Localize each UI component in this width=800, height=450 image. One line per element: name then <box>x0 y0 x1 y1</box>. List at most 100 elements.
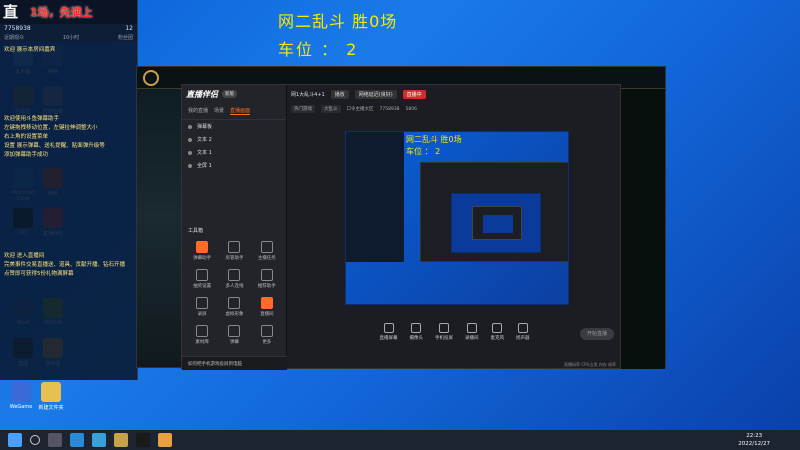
ctrl-mic[interactable]: 麦克风 <box>491 323 504 345</box>
app-version-badge[interactable]: 新版 <box>222 90 237 98</box>
tool-item[interactable]: 多人连线 <box>218 269 250 289</box>
preview-overlay-title: 网二乱斗 胜0场 <box>406 135 462 144</box>
stream-app-window[interactable]: 直播伴侣 新版 我的直播 场景 直播画面 弹幕板 文本 2 文本 1 全屏 1 … <box>181 84 622 370</box>
tool-icon <box>260 325 273 337</box>
toolbox-title: 工具箱 <box>188 228 204 234</box>
tool-label: 主播任务 <box>257 256 276 261</box>
tool-icon <box>228 325 241 337</box>
scene-item[interactable]: 弹幕板 <box>182 120 286 133</box>
tool-item[interactable]: 推荐助手 <box>251 269 283 289</box>
tool-item[interactable]: 抽奖设置 <box>186 269 218 289</box>
tool-item[interactable]: 虚拟形象 <box>218 297 250 317</box>
tool-label: 录屏 <box>197 312 207 317</box>
tip-bar[interactable]: 如何把手机游戏投屏到电脑 <box>182 356 287 370</box>
ctrl-speaker[interactable]: 扬声器 <box>516 323 530 345</box>
live-preview[interactable]: 网二乱斗 胜0场 车位 ： 2 <box>345 131 569 305</box>
desktop-icon[interactable]: 新建文件夹 <box>34 382 68 411</box>
tool-item[interactable]: 更多 <box>251 325 283 345</box>
tool-label: 更多 <box>262 340 272 345</box>
monitor-icon <box>383 323 394 333</box>
stat-hours[interactable]: 10小时 <box>63 34 79 41</box>
tool-label: 多人连线 <box>225 284 244 289</box>
like-count: 5806 <box>405 106 417 112</box>
search-icon[interactable] <box>30 435 40 445</box>
overlay-title: 网二乱斗 胜0场 <box>278 12 398 31</box>
scene-label: 弹幕板 <box>197 124 213 130</box>
eye-icon[interactable] <box>188 124 192 129</box>
scene-item[interactable]: 文本 1 <box>182 146 286 159</box>
phone-icon <box>439 323 449 333</box>
room-info[interactable]: 大乱斗 <box>321 105 341 113</box>
tool-icon <box>260 269 273 281</box>
scene-label: 文本 1 <box>197 150 212 156</box>
task-view-icon[interactable] <box>48 433 62 447</box>
app-logo: 直播伴侣 新版 <box>182 85 286 103</box>
stream-taskbar-icon[interactable] <box>158 433 172 447</box>
network-status: 网络延迟(良好) <box>354 89 397 99</box>
eye-icon[interactable] <box>188 150 192 155</box>
tool-icon <box>196 241 209 253</box>
ctrl-record[interactable]: 录播间 <box>465 323 479 345</box>
tool-item[interactable]: 房管助手 <box>218 241 250 261</box>
scene-item[interactable]: 文本 2 <box>182 133 286 146</box>
app-info-bar: 热门游戏 大乱斗 口令主播大区 7758938 5806 <box>287 103 622 115</box>
edge-icon[interactable] <box>70 433 84 447</box>
overlay-position: 车位 ： 2 <box>278 40 359 59</box>
game-taskbar-icon[interactable] <box>114 433 128 447</box>
eye-icon[interactable] <box>188 137 192 142</box>
tab-scene[interactable]: 场景 <box>214 107 224 115</box>
stat-recent[interactable]: 近期观众 <box>4 34 24 41</box>
tab-live-picture[interactable]: 直播画面 <box>230 107 251 115</box>
tool-item[interactable]: 录屏 <box>186 297 218 317</box>
ctrl-camera[interactable]: 摄像头 <box>410 323 423 345</box>
chat-header: 直 1场，先满上 <box>0 0 137 24</box>
scene-item[interactable]: 全屏 1 <box>182 159 286 172</box>
nested-preview <box>451 193 541 253</box>
tool-label: 房管助手 <box>225 256 244 261</box>
chat-message: 欢迎 进入直播间 <box>4 253 45 259</box>
desktop-icon-label: 新建文件夹 <box>38 405 64 411</box>
lol-taskbar-icon[interactable] <box>136 433 150 447</box>
chat-messages: 欢迎 展示本房间嘉宾 欢迎使用斗鱼弹幕助手 左键拖拽移动位置，左键拉伸调整大小 … <box>0 46 137 279</box>
tool-item[interactable]: 直播间 <box>251 297 283 317</box>
app-main: 网1大乱斗4+1 播放 网络延迟(良好) 直播中 热门游戏 大乱斗 口令主播大区… <box>287 85 622 370</box>
stat-fans[interactable]: 粉丝团 <box>118 34 133 41</box>
tool-item[interactable]: 弹幕助手 <box>186 241 218 261</box>
status-bar: 直播码率 CPU占用 内存 帧率 <box>564 362 616 367</box>
clock-time: 22:23 <box>746 433 763 439</box>
room-title[interactable]: 网1大乱斗4+1 <box>291 91 325 98</box>
nested-preview-3 <box>483 215 513 233</box>
tool-item[interactable]: 素材库 <box>186 325 218 345</box>
category-tag[interactable]: 热门游戏 <box>291 105 315 113</box>
ctrl-screen[interactable]: 直播屏幕 <box>380 323 398 345</box>
preview-overlay-position: 车位 ： 2 <box>406 147 441 156</box>
desktop-icon[interactable]: WeGame <box>4 382 38 410</box>
app-tabs: 我的直播 场景 直播画面 <box>182 103 286 120</box>
chat-panel: 直 1场，先满上 7758938 12 近期观众 10小时 粉丝团 欢迎 展示本… <box>0 0 138 380</box>
chat-message: 左键拖拽移动位置，左键拉伸调整大小 <box>4 125 98 131</box>
live-badge: 直播中 <box>402 89 426 99</box>
chat-message: 点赞即可获得5份礼物满屏幕 <box>4 271 74 277</box>
taskbar: 22:23 2022/12/27 <box>0 430 800 450</box>
tab-my-live[interactable]: 我的直播 <box>188 107 208 115</box>
tool-icon <box>228 297 241 309</box>
taskbar-clock[interactable]: 22:23 2022/12/27 <box>738 432 770 448</box>
status-pill[interactable]: 播放 <box>330 89 349 99</box>
douyu-logo: 直 <box>3 3 19 21</box>
scene-label: 全屏 1 <box>197 163 212 169</box>
tool-item[interactable]: 主播任务 <box>251 241 283 261</box>
chat-banner: 1场，先满上 <box>30 6 93 19</box>
eye-icon[interactable] <box>188 163 192 168</box>
viewer-id: 7758938 <box>379 106 400 112</box>
windows-start-icon[interactable] <box>8 433 22 447</box>
ctrl-phone[interactable]: 手机投屏 <box>435 323 453 345</box>
desktop-icon-label: WeGame <box>9 404 33 410</box>
scene-label: 文本 2 <box>197 137 212 143</box>
tool-item[interactable]: 弹幕 <box>218 325 250 345</box>
clock-date: 2022/12/27 <box>738 441 770 447</box>
likes-count: 12 <box>125 25 133 32</box>
app-taskbar-icon[interactable] <box>92 433 106 447</box>
app-icon <box>41 382 61 402</box>
start-live-button[interactable]: 开始直播 <box>580 328 614 340</box>
tool-label: 虚拟形象 <box>225 312 244 317</box>
